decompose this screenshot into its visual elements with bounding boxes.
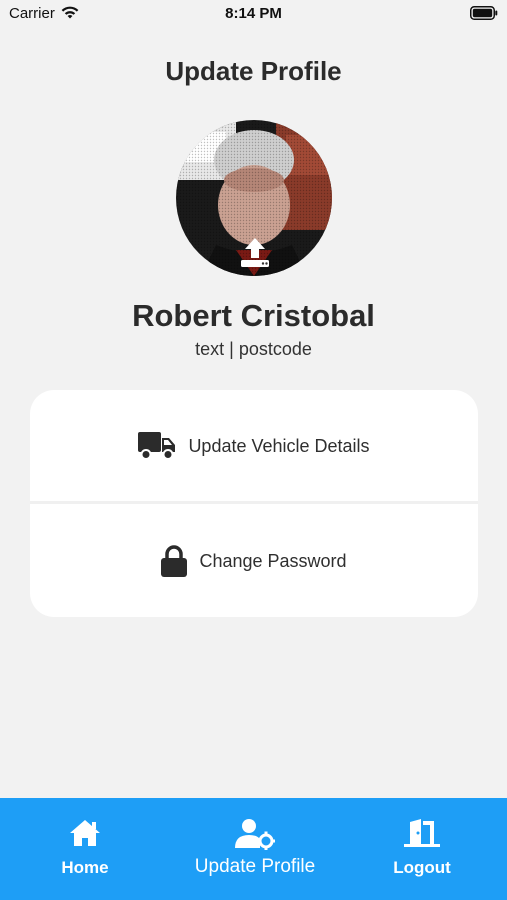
tab-logout-label: Logout [393,858,451,877]
status-bar: Carrier 8:14 PM [0,0,507,28]
lock-icon [161,545,188,577]
door-exit-icon [404,818,440,853]
change-password-label: Change Password [199,550,347,571]
settings-card: Update Vehicle Details Change Password [30,390,478,617]
user-settings-icon [235,818,276,855]
page-title: Update Profile [165,56,342,86]
tab-home[interactable]: Home [35,798,135,900]
home-icon [68,818,102,853]
tab-bar: Home Update Profile Logout [0,798,507,900]
battery-icon [470,6,498,25]
change-password-button[interactable]: Change Password [30,505,478,617]
profile-subtitle: text | postcode [195,339,312,359]
upload-icon[interactable] [239,236,271,268]
avatar[interactable] [176,120,332,276]
divider [30,501,478,504]
update-vehicle-details-label: Update Vehicle Details [188,435,370,456]
update-vehicle-details-button[interactable]: Update Vehicle Details [30,390,478,502]
truck-icon [138,431,176,461]
tab-update-profile-label: Update Profile [194,856,316,877]
tab-home-label: Home [61,858,109,877]
tab-update-profile[interactable]: Update Profile [175,798,335,900]
profile-name: Robert Cristobal [132,298,375,333]
tab-logout[interactable]: Logout [372,798,472,900]
clock: 8:14 PM [225,5,282,22]
